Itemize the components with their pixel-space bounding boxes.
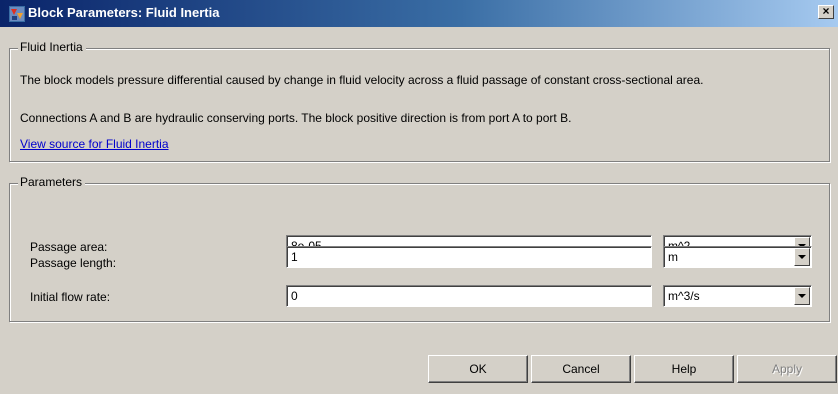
close-icon: × xyxy=(822,4,830,18)
passage-length-unit-select[interactable]: m xyxy=(663,246,812,268)
apply-button: Apply xyxy=(737,355,837,383)
initial-flow-rate-unit-value: m^3/s xyxy=(668,289,700,303)
block-parameters-dialog: Block Parameters: Fluid Inertia × Fluid … xyxy=(0,0,838,394)
cancel-button[interactable]: Cancel xyxy=(531,355,631,383)
passage-length-input[interactable]: 1 xyxy=(286,246,652,268)
simulink-block-icon xyxy=(9,6,25,22)
title-bar[interactable]: Block Parameters: Fluid Inertia × xyxy=(0,0,838,27)
chevron-down-icon[interactable] xyxy=(794,248,810,266)
passage-area-label: Passage area: xyxy=(30,240,108,254)
description-group-legend: Fluid Inertia xyxy=(18,40,86,54)
help-button[interactable]: Help xyxy=(634,355,734,383)
initial-flow-rate-input[interactable]: 0 xyxy=(286,285,652,307)
view-source-link[interactable]: View source for Fluid Inertia xyxy=(20,137,169,151)
passage-length-label: Passage length: xyxy=(30,256,117,270)
close-button[interactable]: × xyxy=(818,5,834,19)
window-title: Block Parameters: Fluid Inertia xyxy=(28,5,220,20)
description-text: The block models pressure differential c… xyxy=(20,73,704,87)
ports-description-text: Connections A and B are hydraulic conser… xyxy=(20,111,572,125)
parameters-group-legend: Parameters xyxy=(18,175,86,189)
ok-button[interactable]: OK xyxy=(428,355,528,383)
initial-flow-rate-label: Initial flow rate: xyxy=(30,290,111,304)
initial-flow-rate-unit-select[interactable]: m^3/s xyxy=(663,285,812,307)
passage-length-unit-value: m xyxy=(668,250,678,264)
chevron-down-icon[interactable] xyxy=(794,287,810,305)
